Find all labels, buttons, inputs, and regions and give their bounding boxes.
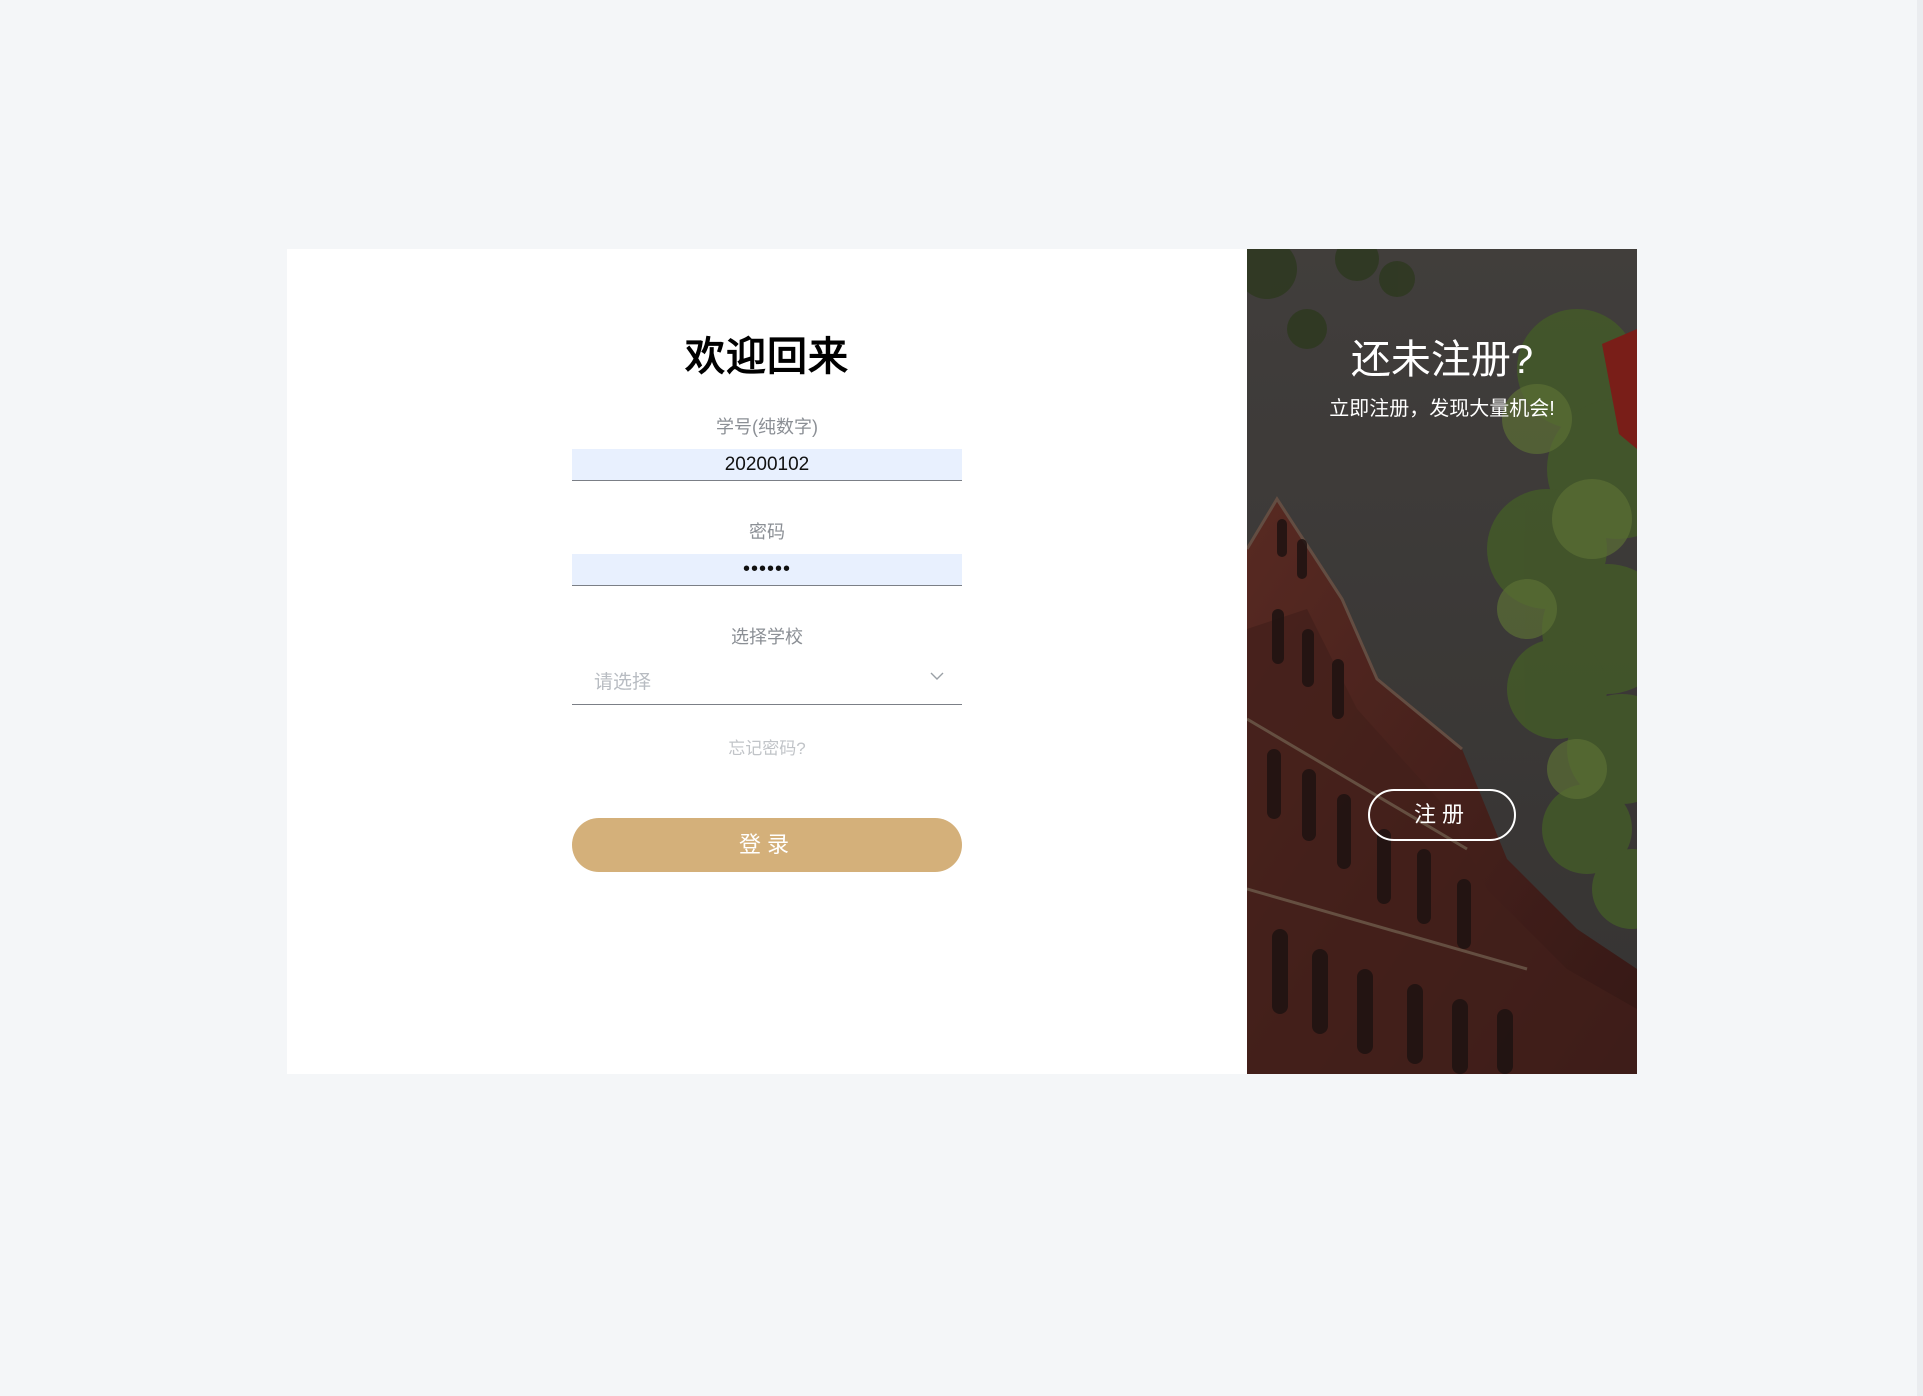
forgot-password-link[interactable]: 忘记密码? xyxy=(572,734,962,759)
password-label: 密码 xyxy=(749,522,785,542)
register-title: 还未注册? xyxy=(1350,338,1534,382)
school-label: 选择学校 xyxy=(731,627,803,647)
password-input[interactable]: •••••• xyxy=(572,554,962,586)
student-id-label: 学号(纯数字) xyxy=(716,417,818,437)
school-select-placeholder: 请选择 xyxy=(594,672,652,693)
window-edge xyxy=(1917,0,1923,1396)
login-title: 欢迎回来 xyxy=(685,335,849,379)
auth-card: 欢迎回来 学号(纯数字) 20200102 密码 •••••• 选择学校 请选择… xyxy=(287,249,1637,1074)
login-button[interactable]: 登录 xyxy=(572,818,962,872)
register-button[interactable]: 注册 xyxy=(1368,789,1516,841)
register-panel: 还未注册? 立即注册，发现大量机会! 注册 xyxy=(1247,249,1637,1074)
register-subtitle: 立即注册，发现大量机会! xyxy=(1329,398,1555,420)
chevron-down-icon xyxy=(930,672,944,680)
school-select[interactable]: 请选择 xyxy=(572,657,962,705)
login-panel: 欢迎回来 学号(纯数字) 20200102 密码 •••••• 选择学校 请选择… xyxy=(287,249,1247,1074)
student-id-input[interactable]: 20200102 xyxy=(572,449,962,481)
